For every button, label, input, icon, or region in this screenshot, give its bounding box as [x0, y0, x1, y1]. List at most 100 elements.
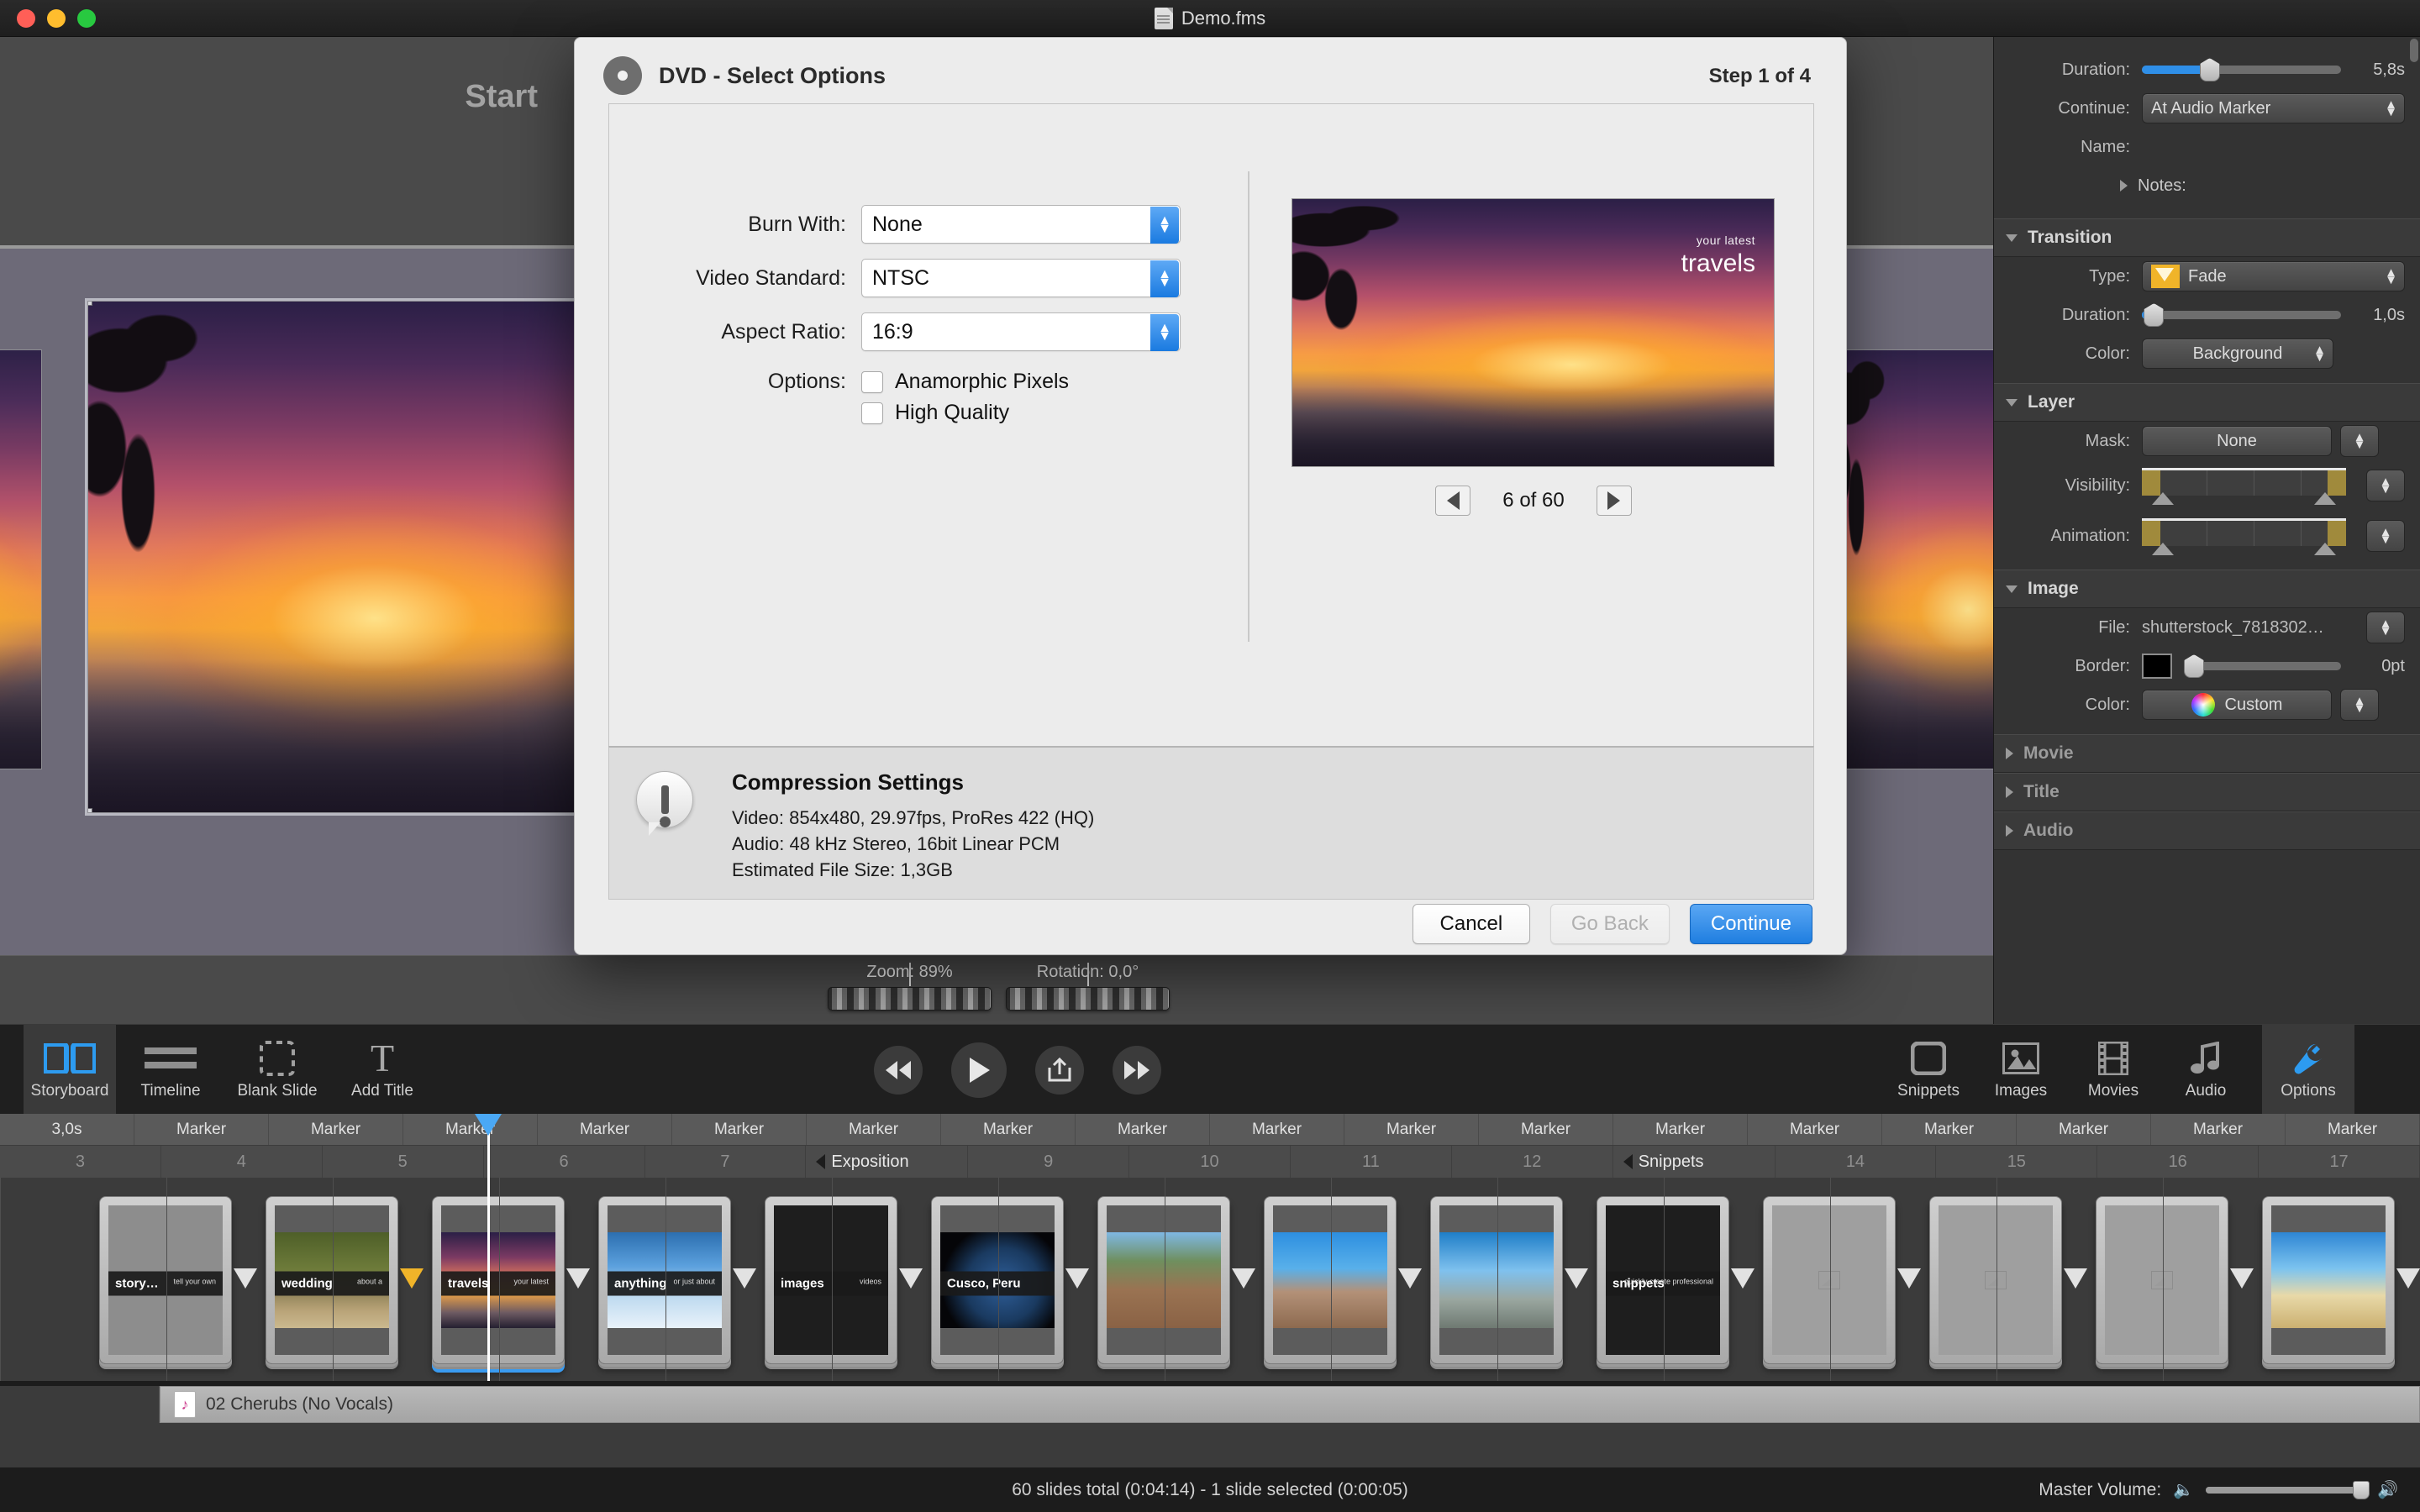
zoom-window-button[interactable]	[77, 9, 96, 28]
slide-thumbnail[interactable]: anythingor just about	[598, 1196, 731, 1364]
ruler-marker[interactable]: Marker	[2017, 1114, 2151, 1145]
tool-timeline[interactable]: Timeline	[124, 1025, 217, 1115]
cancel-button[interactable]: Cancel	[1413, 904, 1530, 944]
timeline-slot-number[interactable]: 4	[161, 1146, 323, 1178]
ruler-marker[interactable]: Marker	[134, 1114, 269, 1145]
layer-mask-stepper[interactable]: ▲▼	[2340, 425, 2379, 457]
transition-button[interactable]	[1897, 1268, 1921, 1289]
timeline-slot-numbers[interactable]: 34567Exposition9101112Snippets14151617	[0, 1146, 2420, 1178]
section-title[interactable]: Title	[1994, 773, 2420, 811]
ruler-marker[interactable]: Marker	[1344, 1114, 1479, 1145]
ruler-marker[interactable]: Marker	[1479, 1114, 1613, 1145]
ruler-marker[interactable]: Marker	[807, 1114, 941, 1145]
ruler-marker[interactable]: Marker	[1210, 1114, 1344, 1145]
timeline-slot-number[interactable]: 17	[2259, 1146, 2420, 1178]
zoom-wheel[interactable]	[828, 987, 992, 1011]
ruler-marker[interactable]: Marker	[2286, 1114, 2420, 1145]
share-button[interactable]	[1035, 1046, 1084, 1095]
minimize-window-button[interactable]	[47, 9, 66, 28]
section-movie[interactable]: Movie	[1994, 734, 2420, 773]
transition-button[interactable]	[1565, 1268, 1588, 1289]
high-quality-checkbox[interactable]	[861, 402, 883, 424]
transition-button[interactable]	[1731, 1268, 1754, 1289]
rewind-button[interactable]	[874, 1046, 923, 1095]
window-controls[interactable]	[17, 9, 96, 28]
chevron-updown-icon[interactable]: ▲▼	[1150, 260, 1179, 297]
tool-snippets[interactable]: Snippets	[1882, 1025, 1975, 1115]
anamorphic-pixels-checkbox[interactable]	[861, 371, 883, 393]
section-image[interactable]: Image	[1994, 570, 2420, 608]
transition-color-popup[interactable]: Background ▲▼	[2142, 339, 2333, 369]
layer-animation-ramp[interactable]	[2142, 517, 2346, 555]
layer-mask-popup[interactable]: None	[2142, 426, 2332, 456]
timeline-slot-number[interactable]: 15	[1936, 1146, 2097, 1178]
transition-button[interactable]	[899, 1268, 923, 1289]
timeline-slot-number[interactable]: 10	[1129, 1146, 1291, 1178]
transition-button[interactable]	[1232, 1268, 1255, 1289]
video-standard-select[interactable]: NTSC ▲▼	[861, 259, 1181, 297]
transition-type-popup[interactable]: Fade ▲▼	[2142, 261, 2405, 291]
transition-button[interactable]	[400, 1268, 424, 1289]
slide-thumbnail[interactable]	[2262, 1196, 2395, 1364]
tool-audio[interactable]: Audio	[2160, 1025, 2252, 1115]
audio-track[interactable]: ♪ 02 Cherubs (No Vocals)	[160, 1386, 2420, 1423]
slide-thumbnail[interactable]: weddingabout a	[266, 1196, 398, 1364]
slide-thumbnail[interactable]: travelsyour latest	[432, 1196, 565, 1364]
slide-thumbnail[interactable]: imagesvideos	[765, 1196, 897, 1364]
ruler-marker[interactable]: Marker	[941, 1114, 1076, 1145]
layer-animation-stepper[interactable]: ▲▼	[2366, 520, 2405, 552]
transition-button[interactable]	[2064, 1268, 2087, 1289]
go-back-button[interactable]: Go Back	[1550, 904, 1670, 944]
timeline-slot-number[interactable]: 5	[323, 1146, 484, 1178]
timeline-slot-number[interactable]: 6	[484, 1146, 645, 1178]
play-button[interactable]	[951, 1042, 1007, 1098]
timeline-chapter-marker[interactable]: Snippets	[1613, 1146, 1776, 1178]
chevron-updown-icon[interactable]: ▲▼	[1150, 314, 1179, 351]
previous-slide-preview[interactable]	[0, 349, 42, 769]
continue-button[interactable]: Continue	[1690, 904, 1812, 944]
slide-thumbnail[interactable]	[2096, 1196, 2228, 1364]
timeline-ruler[interactable]: 3,0sMarkerMarkerMarkerMarkerMarkerMarker…	[0, 1114, 2420, 1146]
chevron-right-icon[interactable]	[2006, 748, 2013, 759]
preview-prev-button[interactable]	[1435, 486, 1470, 516]
image-file-stepper[interactable]: ▲▼	[2366, 612, 2405, 643]
slide-thumbnail[interactable]: snippetsquickly create professional	[1597, 1196, 1729, 1364]
transition-button[interactable]	[234, 1268, 257, 1289]
master-volume-slider[interactable]	[2206, 1487, 2365, 1494]
layer-visibility-stepper[interactable]: ▲▼	[2366, 470, 2405, 501]
timeline-slot-number[interactable]: 3	[0, 1146, 161, 1178]
ruler-marker[interactable]: Marker	[538, 1114, 672, 1145]
chevron-down-icon[interactable]	[2006, 399, 2018, 407]
image-border-slider[interactable]	[2184, 662, 2341, 670]
timeline-slot-number[interactable]: 11	[1291, 1146, 1452, 1178]
close-window-button[interactable]	[17, 9, 35, 28]
section-audio[interactable]: Audio	[1994, 811, 2420, 850]
transition-button[interactable]	[1398, 1268, 1422, 1289]
slide-thumbnail[interactable]	[1430, 1196, 1563, 1364]
rotation-control[interactable]: Rotation: 0,0°	[1006, 963, 1170, 1011]
timeline-playhead[interactable]	[487, 1114, 490, 1381]
tool-storyboard[interactable]: Storyboard	[24, 1025, 116, 1115]
ruler-marker[interactable]: Marker	[672, 1114, 807, 1145]
tool-options[interactable]: Options	[2262, 1025, 2354, 1115]
transition-button[interactable]	[2230, 1268, 2254, 1289]
tool-images[interactable]: Images	[1975, 1025, 2067, 1115]
timeline-slot-number[interactable]: 12	[1452, 1146, 1613, 1178]
slide-thumbnail[interactable]: story…tell your own	[99, 1196, 232, 1364]
chevron-right-icon[interactable]	[2120, 180, 2128, 192]
slide-thumbnail[interactable]	[1264, 1196, 1397, 1364]
fast-forward-button[interactable]	[1113, 1046, 1161, 1095]
border-color-swatch[interactable]	[2142, 654, 2172, 679]
timeline-slot-number[interactable]: 14	[1776, 1146, 1937, 1178]
chevron-updown-icon[interactable]: ▲▼	[1150, 207, 1179, 244]
ruler-marker[interactable]: Marker	[1613, 1114, 1748, 1145]
slide-thumbnail[interactable]: Cusco, Peru	[931, 1196, 1064, 1364]
timeline-chapter-marker[interactable]: Exposition	[806, 1146, 968, 1178]
slide-thumbnail[interactable]	[1097, 1196, 1230, 1364]
slide-thumbnail[interactable]	[1929, 1196, 2062, 1364]
aspect-ratio-select[interactable]: 16:9 ▲▼	[861, 312, 1181, 351]
chevron-right-icon[interactable]	[2006, 786, 2013, 798]
timeline-slot-number[interactable]: 7	[645, 1146, 807, 1178]
transition-duration-slider[interactable]	[2142, 311, 2341, 319]
zoom-control[interactable]: Zoom: 89%	[828, 963, 992, 1011]
